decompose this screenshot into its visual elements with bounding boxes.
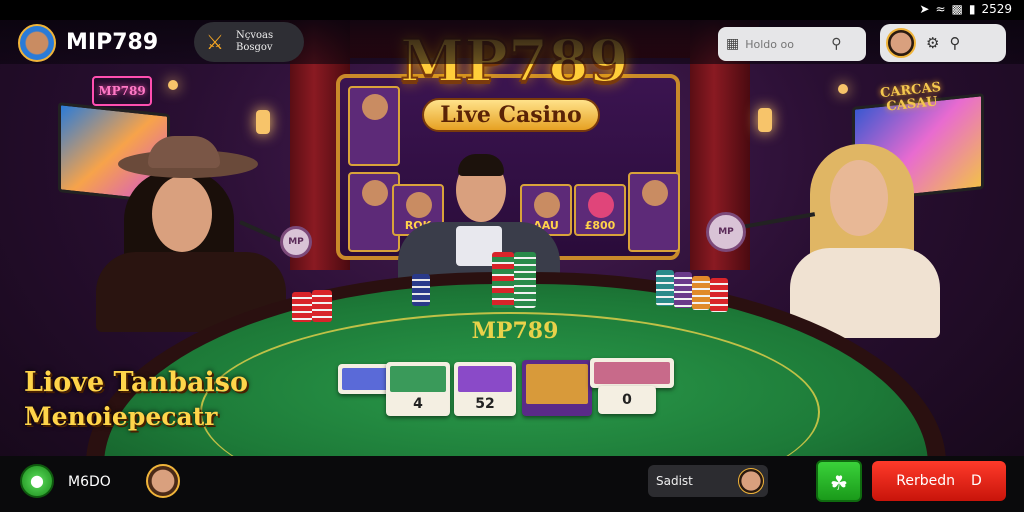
coin-icon[interactable]: ●: [20, 464, 54, 498]
casino-scene: MP789 CARCAS CASAU ROK AAU £800 MP789 Li…: [0, 0, 1024, 512]
gps-icon: ➤: [919, 2, 930, 16]
chip-stack[interactable]: [492, 252, 514, 308]
playing-card[interactable]: 52: [454, 362, 516, 416]
wall-lamp: [256, 110, 270, 134]
chip-stack[interactable]: [656, 270, 674, 306]
promo-chip-line1: Nçvoas: [236, 30, 274, 41]
playing-card[interactable]: [590, 358, 674, 388]
signal-icon: ▩: [951, 2, 963, 16]
slot-cell: [348, 86, 400, 166]
search-box[interactable]: ▦ ⚲: [718, 27, 866, 61]
card-value: 52: [475, 396, 495, 412]
chip-stack[interactable]: [674, 272, 692, 308]
playing-card[interactable]: [522, 360, 592, 416]
battery-icon: ▮: [968, 2, 976, 16]
menu-icon[interactable]: ▦: [726, 36, 739, 52]
playing-card[interactable]: 0: [598, 386, 656, 414]
card-value: 0: [622, 392, 632, 408]
balance-label: M6DO: [68, 474, 111, 490]
gift-button[interactable]: ☘: [816, 460, 862, 502]
promo-chip-line2: Bosgov: [236, 42, 273, 53]
user-avatar[interactable]: [886, 28, 916, 58]
chip-stack[interactable]: [412, 274, 430, 306]
search-icon[interactable]: ⚲: [831, 36, 841, 52]
zoom-icon[interactable]: ⚲: [949, 34, 960, 52]
chip-stack[interactable]: [312, 290, 332, 322]
chat-placeholder: Sadist: [656, 474, 693, 488]
chip-stack[interactable]: [692, 276, 710, 310]
card-value: 4: [413, 396, 423, 412]
rebet-icon: D: [970, 473, 982, 489]
app-logo[interactable]: [18, 24, 56, 62]
promo-text: Liove Tanbaiso Menoiepecatr: [24, 366, 324, 434]
rebet-label: Rerbedn: [896, 473, 955, 489]
wall-lamp: [758, 108, 772, 132]
table-logo: MP789: [471, 318, 559, 344]
chat-field[interactable]: Sadist: [648, 465, 768, 497]
status-icons: ➤ ≈ ▩ ▮ 2529: [919, 2, 1012, 16]
player-avatar[interactable]: [146, 464, 180, 498]
settings-icon[interactable]: ⚙: [926, 34, 939, 52]
status-time: 2529: [981, 2, 1012, 16]
chip-stack[interactable]: [710, 278, 728, 312]
status-bar: ➤ ≈ ▩ ▮ 2529: [0, 0, 1024, 20]
brand-logo-subtitle: Live Casino: [422, 98, 600, 132]
search-input[interactable]: [745, 37, 826, 51]
neon-sign-left: MP789: [92, 76, 152, 106]
chip-stack[interactable]: [292, 292, 312, 322]
promo-line1: Liove Tanbaiso: [24, 367, 248, 398]
gift-icon: ☘: [830, 471, 848, 495]
chip-stack[interactable]: [514, 252, 536, 308]
chat-avatar[interactable]: [738, 468, 764, 494]
app-title: MIP789: [66, 30, 159, 55]
bid-paddle-left: MP: [280, 226, 312, 258]
ceiling-light: [168, 80, 178, 90]
slot-label: £800: [584, 219, 616, 232]
promo-chip[interactable]: ⚔ Nçvoas Bosgov: [194, 22, 304, 62]
promo-line2: Menoiepecatr: [24, 402, 218, 431]
ceiling-light: [838, 84, 848, 94]
rebet-button[interactable]: Rerbedn D: [872, 461, 1006, 501]
user-pill[interactable]: ⚙ ⚲: [880, 24, 1006, 62]
crossed-swords-icon: ⚔: [206, 30, 224, 54]
wifi-icon: ≈: [935, 2, 946, 16]
promo-chip-text: Nçvoas Bosgov: [236, 30, 273, 54]
playing-card[interactable]: 4: [386, 362, 450, 416]
slot-cell: [628, 172, 680, 252]
bid-paddle-right: MP: [706, 212, 746, 252]
slot-cell: £800: [574, 184, 626, 236]
